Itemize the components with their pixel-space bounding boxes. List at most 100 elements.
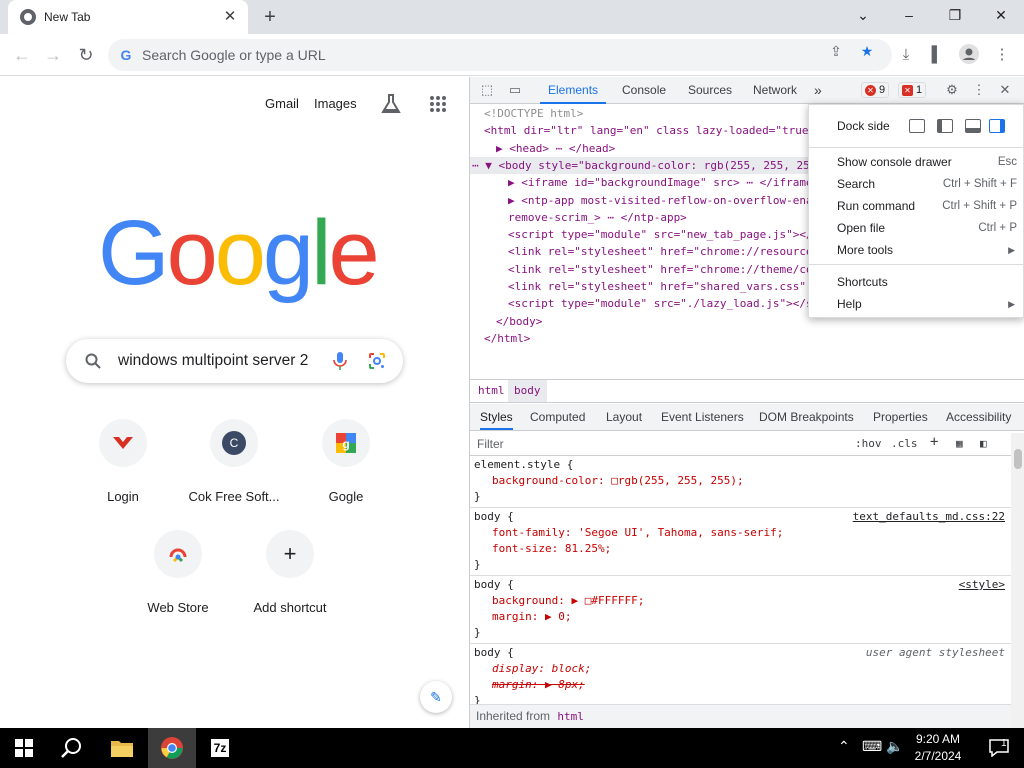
apps-grid-icon[interactable] bbox=[429, 95, 447, 113]
menu-item-help[interactable]: Help ▶ bbox=[809, 293, 1024, 315]
css-selector[interactable]: body { bbox=[474, 578, 514, 591]
css-selector[interactable]: body { bbox=[474, 510, 514, 523]
menu-item-more-tools[interactable]: More tools ▶ bbox=[809, 239, 1024, 261]
tab-sources[interactable]: Sources bbox=[688, 77, 732, 104]
error-count-badge[interactable]: ✕ 9 bbox=[861, 82, 890, 98]
system-clock[interactable]: 9:20 AM 2/7/2024 bbox=[908, 731, 968, 765]
images-link[interactable]: Images bbox=[314, 96, 357, 111]
dock-right-icon[interactable] bbox=[989, 119, 1005, 133]
search-icon[interactable] bbox=[48, 728, 96, 768]
back-button[interactable]: ← bbox=[9, 42, 35, 68]
color-palette-icon[interactable]: ▦ bbox=[956, 437, 963, 450]
chrome-icon[interactable] bbox=[148, 728, 196, 768]
rule-source-link[interactable]: <style> bbox=[959, 577, 1005, 593]
undock-icon[interactable] bbox=[909, 119, 925, 133]
share-icon[interactable]: ⇪ bbox=[826, 42, 846, 60]
labs-flask-icon[interactable] bbox=[380, 93, 402, 115]
ntp-search-box[interactable]: windows multipoint server 2 bbox=[66, 339, 403, 383]
shortcut-add[interactable]: + Add shortcut bbox=[234, 530, 346, 615]
forward-button[interactable]: → bbox=[40, 42, 66, 68]
new-tab-button[interactable]: + bbox=[258, 6, 282, 28]
menu-item-open-file[interactable]: Open file Ctrl + P bbox=[809, 217, 1024, 239]
search-query[interactable]: windows multipoint server 2 bbox=[118, 352, 318, 370]
inherited-tag[interactable]: html bbox=[557, 710, 584, 723]
menu-item-show-console-drawer[interactable]: Show console drawer Esc bbox=[809, 151, 1024, 173]
shortcut-web-store[interactable]: Web Store bbox=[122, 530, 234, 615]
network-icon[interactable]: ⌨ bbox=[862, 738, 882, 755]
shortcut-gogle[interactable]: g Gogle bbox=[290, 419, 402, 504]
volume-muted-icon[interactable]: 🔈 bbox=[886, 738, 903, 755]
shortcut-cok-free-soft[interactable]: C Cok Free Soft... bbox=[178, 419, 290, 504]
styles-filter-input[interactable]: Filter bbox=[477, 437, 504, 451]
reload-button[interactable]: ↻ bbox=[73, 42, 99, 68]
breadcrumb-body[interactable]: body bbox=[508, 380, 547, 402]
css-property[interactable]: font-family: 'Segoe UI', Tahoma, sans-se… bbox=[492, 526, 783, 539]
google-lens-icon[interactable] bbox=[368, 352, 386, 370]
subtab-dom-breakpoints[interactable]: DOM Breakpoints bbox=[759, 404, 854, 430]
minimize-button[interactable]: – bbox=[886, 0, 932, 30]
css-property[interactable]: display: block; bbox=[492, 662, 591, 675]
css-property[interactable]: margin: ▶ 0; bbox=[492, 610, 571, 623]
css-selector[interactable]: } bbox=[474, 558, 481, 571]
tab-search-dropdown-icon[interactable]: ⌄ bbox=[840, 0, 886, 30]
tab-elements[interactable]: Elements bbox=[540, 77, 607, 104]
voice-search-mic-icon[interactable] bbox=[332, 351, 348, 371]
dock-bottom-icon[interactable] bbox=[965, 119, 981, 133]
new-style-rule-plus-icon[interactable]: + bbox=[930, 434, 938, 450]
menu-item-search[interactable]: Search Ctrl + Shift + F bbox=[809, 173, 1024, 195]
restore-button[interactable]: ❐ bbox=[932, 0, 978, 30]
more-tabs-chevron-icon[interactable]: » bbox=[814, 77, 822, 104]
tab-network[interactable]: Network bbox=[753, 77, 797, 104]
class-toggle[interactable]: .cls bbox=[891, 437, 918, 450]
css-property-overridden[interactable]: margin: ▶ 8px; bbox=[492, 678, 585, 691]
omnibox[interactable]: G Search Google or type a URL bbox=[108, 39, 892, 71]
side-panel-icon[interactable]: ▌ bbox=[926, 44, 948, 66]
css-selector[interactable]: } bbox=[474, 490, 481, 503]
start-icon[interactable] bbox=[0, 728, 48, 768]
subtab-properties[interactable]: Properties bbox=[873, 404, 928, 430]
device-toolbar-icon[interactable]: ▭ bbox=[506, 81, 524, 99]
subtab-layout[interactable]: Layout bbox=[606, 404, 642, 430]
css-selector[interactable]: element.style { bbox=[474, 458, 573, 471]
styles-scrollbar[interactable] bbox=[1011, 433, 1024, 728]
subtab-styles[interactable]: Styles bbox=[480, 404, 513, 430]
notification-center-icon[interactable]: 1 bbox=[975, 728, 1023, 768]
scrollbar-thumb[interactable] bbox=[1014, 449, 1022, 469]
chrome-menu-icon[interactable]: ⋮ bbox=[991, 44, 1013, 66]
inspect-element-icon[interactable]: ⬚ bbox=[478, 81, 496, 99]
bookmark-star-icon[interactable]: ★ bbox=[857, 42, 877, 60]
hover-state-toggle[interactable]: :hov bbox=[855, 437, 882, 450]
tab-console[interactable]: Console bbox=[622, 77, 666, 104]
close-devtools-icon[interactable]: ✕ bbox=[996, 81, 1014, 99]
customize-chrome-pencil-icon[interactable]: ✎ bbox=[420, 681, 452, 713]
gmail-link[interactable]: Gmail bbox=[265, 96, 299, 111]
css-selector[interactable]: } bbox=[474, 694, 481, 704]
toggle-sidebar-icon[interactable]: ◧ bbox=[980, 437, 987, 450]
show-hidden-icons-chevron[interactable]: ⌃ bbox=[838, 738, 850, 755]
shortcut-login[interactable]: Login bbox=[67, 419, 179, 504]
menu-item-shortcuts[interactable]: Shortcuts bbox=[809, 271, 1024, 293]
css-selector[interactable]: body { bbox=[474, 646, 514, 659]
subtab-accessibility[interactable]: Accessibility bbox=[946, 404, 1011, 430]
issues-count-badge[interactable]: ✕ 1 bbox=[898, 82, 927, 98]
subtab-computed[interactable]: Computed bbox=[530, 404, 585, 430]
subtab-event-listeners[interactable]: Event Listeners bbox=[661, 404, 744, 430]
dom-node-line[interactable]: </html> bbox=[470, 330, 1024, 347]
tab-close-icon[interactable]: ✕ bbox=[220, 7, 240, 27]
rule-source-link[interactable]: text_defaults_md.css:22 bbox=[853, 509, 1005, 525]
css-property[interactable]: font-size: 81.25%; bbox=[492, 542, 611, 555]
close-window-button[interactable]: ✕ bbox=[978, 0, 1024, 30]
tab-new-tab[interactable]: New Tab ✕ bbox=[8, 0, 248, 34]
file-explorer-icon[interactable] bbox=[98, 728, 146, 768]
menu-item-run-command[interactable]: Run command Ctrl + Shift + P bbox=[809, 195, 1024, 217]
settings-gear-icon[interactable]: ⚙ bbox=[943, 81, 961, 99]
7zip-icon[interactable]: 7z bbox=[196, 728, 244, 768]
breadcrumb-html[interactable]: html bbox=[472, 380, 511, 402]
download-icon[interactable]: ⤓ bbox=[895, 44, 917, 66]
css-selector[interactable]: } bbox=[474, 626, 481, 639]
profile-avatar-icon[interactable] bbox=[958, 44, 980, 66]
css-property[interactable]: background: ▶ □#FFFFFF; bbox=[492, 594, 644, 607]
css-property[interactable]: background-color: □rgb(255, 255, 255); bbox=[492, 474, 744, 487]
devtools-more-menu-icon[interactable]: ⋮ bbox=[970, 81, 988, 99]
dock-left-icon[interactable] bbox=[937, 119, 953, 133]
